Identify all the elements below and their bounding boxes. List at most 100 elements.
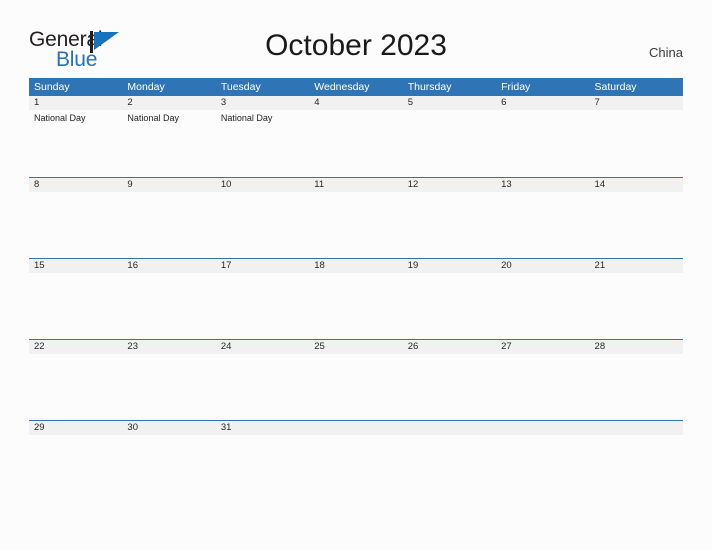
day-number-24[interactable]: 24 — [216, 340, 309, 354]
day-events-cell — [496, 354, 589, 420]
day-events-cell — [403, 273, 496, 339]
weekday-header-friday: Friday — [501, 81, 531, 93]
day-events-cell — [216, 435, 309, 501]
day-events-cell — [216, 354, 309, 420]
day-events-cell — [29, 435, 122, 501]
day-events-cell — [122, 435, 215, 501]
weekday-header-tuesday: Tuesday — [220, 81, 261, 93]
day-events-cell — [403, 354, 496, 420]
day-number-22[interactable]: 22 — [29, 340, 122, 354]
day-number-4[interactable]: 4 — [309, 96, 402, 110]
day-number-10[interactable]: 10 — [216, 178, 309, 192]
day-events-strip: National Day National Day National Day — [29, 110, 683, 176]
day-number-strip: 22 23 24 25 26 27 28 — [29, 340, 683, 354]
day-number-7[interactable]: 7 — [590, 96, 683, 110]
day-number-17[interactable]: 17 — [216, 259, 309, 273]
day-events-cell — [122, 273, 215, 339]
day-number-8[interactable]: 8 — [29, 178, 122, 192]
day-number-28[interactable]: 28 — [590, 340, 683, 354]
day-number-strip: 8 9 10 11 12 13 14 — [29, 178, 683, 192]
region-label: China — [649, 45, 683, 60]
day-events-cell — [403, 192, 496, 258]
weekday-header-sunday: Sunday — [34, 81, 70, 93]
calendar-week-row: 22 23 24 25 26 27 28 — [29, 339, 683, 420]
day-number-20[interactable]: 20 — [496, 259, 589, 273]
day-number-23[interactable]: 23 — [122, 340, 215, 354]
day-events-strip — [29, 354, 683, 420]
day-events-cell — [496, 110, 589, 176]
calendar-event: National Day — [127, 113, 179, 123]
weekday-header-monday: Monday — [127, 81, 165, 93]
day-number-30[interactable]: 30 — [122, 421, 215, 435]
weekday-header-row: Sunday Monday Tuesday Wednesday Thursday Frid… — [29, 78, 683, 96]
day-events-cell — [309, 273, 402, 339]
day-number-3[interactable]: 3 — [216, 96, 309, 110]
day-events-cell — [309, 435, 402, 501]
day-events-cell: National Day — [216, 110, 309, 176]
day-events-cell: National Day — [29, 110, 122, 176]
day-events-cell — [403, 110, 496, 176]
calendar-grid: Sunday Monday Tuesday Wednesday Thursday Frid… — [29, 78, 683, 501]
calendar-week-row: 15 16 17 18 19 20 21 — [29, 258, 683, 339]
weekday-header-wednesday: Wednesday — [314, 81, 370, 93]
day-events-cell — [496, 192, 589, 258]
day-events-cell — [590, 273, 683, 339]
day-number-19[interactable]: 19 — [403, 259, 496, 273]
day-events-cell — [309, 110, 402, 176]
day-number-25[interactable]: 25 — [309, 340, 402, 354]
day-number-21[interactable]: 21 — [590, 259, 683, 273]
day-number-15[interactable]: 15 — [29, 259, 122, 273]
day-events-cell — [309, 354, 402, 420]
day-number-11[interactable]: 11 — [309, 178, 402, 192]
day-number-18[interactable]: 18 — [309, 259, 402, 273]
day-number-6[interactable]: 6 — [496, 96, 589, 110]
weekday-header-saturday: Saturday — [594, 81, 637, 93]
day-number-9[interactable]: 9 — [122, 178, 215, 192]
calendar-week-row: 1 2 3 4 5 6 7 National Day National Day National … — [29, 96, 683, 177]
day-events-cell — [29, 354, 122, 420]
day-number-14[interactable]: 14 — [590, 178, 683, 192]
day-events-cell — [403, 435, 496, 501]
day-cell-empty — [403, 421, 496, 435]
calendar-week-row: 8 9 10 11 12 13 14 — [29, 177, 683, 258]
day-number-strip: 15 16 17 18 19 20 21 — [29, 259, 683, 273]
day-number-27[interactable]: 27 — [496, 340, 589, 354]
day-events-cell — [496, 273, 589, 339]
day-events-strip — [29, 192, 683, 258]
day-events-cell — [122, 354, 215, 420]
day-number-13[interactable]: 13 — [496, 178, 589, 192]
calendar-weeks: 1 2 3 4 5 6 7 National Day National Day National … — [29, 96, 683, 501]
day-number-31[interactable]: 31 — [216, 421, 309, 435]
day-events-strip — [29, 435, 683, 501]
page-title: October 2023 — [265, 29, 447, 62]
day-events-cell — [590, 354, 683, 420]
calendar-page: General Blue October 2023 China Sunday Mo… — [0, 0, 712, 550]
day-number-29[interactable]: 29 — [29, 421, 122, 435]
weekday-header-thursday: Thursday — [407, 81, 452, 93]
calendar-event: National Day — [34, 113, 86, 123]
calendar-week-row: 29 30 31 — [29, 420, 683, 501]
page-header: General Blue October 2023 China — [0, 0, 712, 76]
day-number-26[interactable]: 26 — [403, 340, 496, 354]
day-events-cell — [29, 273, 122, 339]
day-number-16[interactable]: 16 — [122, 259, 215, 273]
day-events-strip — [29, 273, 683, 339]
day-number-2[interactable]: 2 — [122, 96, 215, 110]
day-cell-empty — [496, 421, 589, 435]
day-events-cell: National Day — [122, 110, 215, 176]
day-events-cell — [590, 192, 683, 258]
day-number-strip: 1234567 — [29, 96, 683, 110]
day-events-cell — [309, 192, 402, 258]
day-number-12[interactable]: 12 — [403, 178, 496, 192]
day-events-cell — [216, 273, 309, 339]
day-cell-empty — [590, 421, 683, 435]
day-events-cell — [122, 192, 215, 258]
day-events-cell — [590, 110, 683, 176]
day-events-cell — [590, 435, 683, 501]
day-cell-empty — [309, 421, 402, 435]
day-number-strip: 29 30 31 — [29, 421, 683, 435]
day-number-1[interactable]: 1 — [29, 96, 122, 110]
day-events-cell — [216, 192, 309, 258]
day-number-5[interactable]: 5 — [403, 96, 496, 110]
calendar-event: National Day — [220, 113, 273, 123]
